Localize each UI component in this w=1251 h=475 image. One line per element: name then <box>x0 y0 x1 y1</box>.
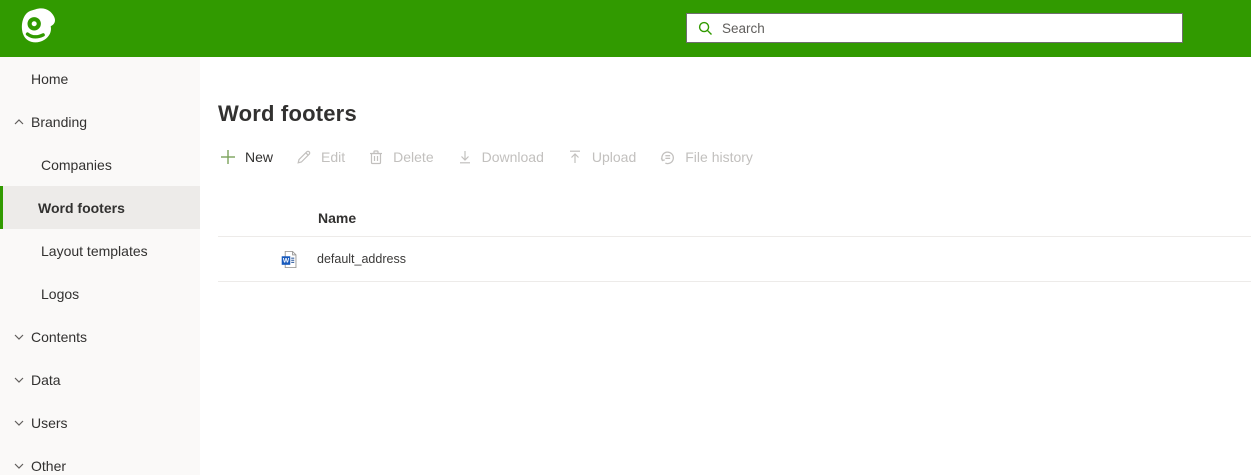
sidebar-item-label: Branding <box>31 114 87 130</box>
chevron-down-icon <box>8 331 30 343</box>
new-button-label: New <box>245 149 273 165</box>
download-icon <box>457 149 473 165</box>
sidebar-item-label: Companies <box>41 157 112 173</box>
sidebar-item-companies[interactable]: Companies <box>0 143 200 186</box>
sidebar-item-label: Data <box>31 372 61 388</box>
chevron-up-icon <box>8 116 30 128</box>
sidebar-item-home[interactable]: Home <box>0 57 200 100</box>
delete-button-label: Delete <box>393 149 433 165</box>
plus-icon <box>220 149 236 165</box>
sidebar-item-label: Layout templates <box>41 243 148 259</box>
sidebar-item-data[interactable]: Data <box>0 358 200 401</box>
history-icon <box>659 149 676 166</box>
sidebar-item-layout-templates[interactable]: Layout templates <box>0 229 200 272</box>
pencil-icon <box>296 149 312 165</box>
sidebar-item-logos[interactable]: Logos <box>0 272 200 315</box>
sidebar-item-label: Home <box>31 71 68 87</box>
edit-button[interactable]: Edit <box>296 149 345 165</box>
command-bar: New Edit Delete Download <box>220 141 776 173</box>
svg-text:W: W <box>283 257 290 264</box>
top-header: Search <box>0 0 1251 57</box>
search-icon <box>698 21 713 36</box>
files-table: Name W default_address <box>218 200 1251 282</box>
upload-button[interactable]: Upload <box>567 149 636 165</box>
table-row[interactable]: W default_address <box>218 237 1251 282</box>
sidebar-item-label: Contents <box>31 329 87 345</box>
sidebar-item-branding[interactable]: Branding <box>0 100 200 143</box>
download-button[interactable]: Download <box>457 149 544 165</box>
sidebar-item-contents[interactable]: Contents <box>0 315 200 358</box>
chevron-down-icon <box>8 374 30 386</box>
chevron-down-icon <box>8 417 30 429</box>
file-name: default_address <box>317 252 406 266</box>
table-header-row: Name <box>218 200 1251 237</box>
search-placeholder: Search <box>722 21 765 36</box>
sidebar-item-label: Logos <box>41 286 79 302</box>
word-file-icon: W <box>280 250 299 269</box>
chevron-down-icon <box>8 460 30 472</box>
sidebar-item-other[interactable]: Other <box>0 444 200 475</box>
file-history-button[interactable]: File history <box>659 149 753 166</box>
chameleon-logo-icon <box>16 6 62 52</box>
trash-icon <box>368 149 384 165</box>
brand-logo[interactable] <box>16 6 62 52</box>
column-header-name: Name <box>318 210 356 226</box>
search-input[interactable]: Search <box>686 13 1183 43</box>
new-button[interactable]: New <box>220 149 273 165</box>
sidebar-item-label: Users <box>31 415 68 431</box>
upload-button-label: Upload <box>592 149 636 165</box>
file-history-button-label: File history <box>685 149 753 165</box>
main-content: Word footers New Edit Delete <box>200 57 1251 475</box>
download-button-label: Download <box>482 149 544 165</box>
sidebar-item-users[interactable]: Users <box>0 401 200 444</box>
upload-icon <box>567 149 583 165</box>
page-title: Word footers <box>218 101 357 127</box>
sidebar-item-label: Word footers <box>38 200 125 216</box>
delete-button[interactable]: Delete <box>368 149 433 165</box>
sidebar-item-word-footers[interactable]: Word footers <box>0 186 200 229</box>
sidebar-nav: Home Branding Companies Word footers Lay… <box>0 57 200 475</box>
sidebar-item-label: Other <box>31 458 66 474</box>
edit-button-label: Edit <box>321 149 345 165</box>
